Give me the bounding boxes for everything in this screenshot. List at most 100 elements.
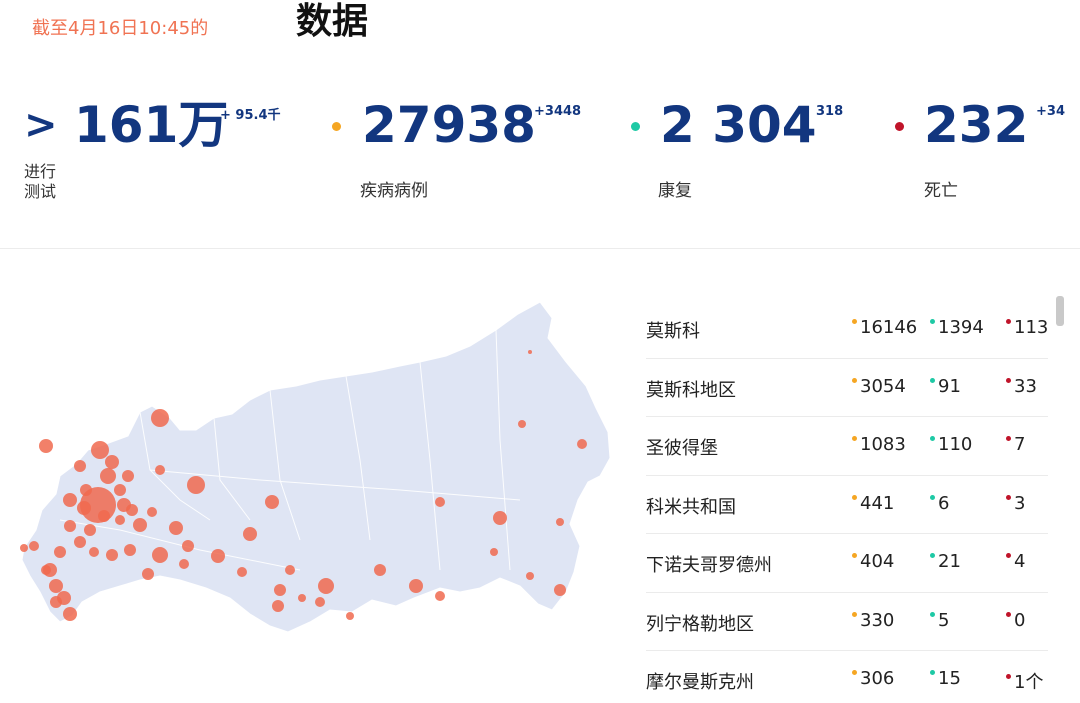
case-bubble[interactable]: [77, 501, 91, 515]
case-bubble[interactable]: [54, 546, 66, 558]
scrollbar[interactable]: [1056, 296, 1064, 326]
case-bubble[interactable]: [63, 607, 77, 621]
case-bubble[interactable]: [106, 549, 118, 561]
case-bubble[interactable]: [89, 547, 99, 557]
case-bubble[interactable]: [74, 460, 86, 472]
case-bubble[interactable]: [117, 498, 131, 512]
region-list[interactable]: 莫斯科 16146 1394 113 莫斯科地区 3054 91 33 圣彼得堡 1083 110 7…: [646, 300, 1048, 703]
case-bubble[interactable]: [237, 567, 247, 577]
case-bubble[interactable]: [274, 584, 286, 596]
case-bubble[interactable]: [169, 521, 183, 535]
case-bubble[interactable]: [41, 565, 51, 575]
region-recovered-dot-icon: [930, 319, 935, 324]
region-deaths-dot-icon: [1006, 553, 1011, 558]
case-bubble[interactable]: [315, 597, 325, 607]
case-bubble[interactable]: [155, 465, 165, 475]
case-bubble[interactable]: [105, 455, 119, 469]
case-bubble[interactable]: [528, 350, 532, 354]
case-bubble[interactable]: [298, 594, 306, 602]
case-bubble[interactable]: [114, 484, 126, 496]
region-recovered-dot-icon: [930, 436, 935, 441]
case-bubble[interactable]: [187, 476, 205, 494]
region-cases-text: 1083: [860, 434, 906, 455]
deaths-delta: +34: [1036, 104, 1065, 119]
case-bubble[interactable]: [142, 568, 154, 580]
region-cases-text: 16146: [860, 317, 918, 338]
cases-dot-icon: [332, 122, 341, 131]
case-bubble[interactable]: [64, 520, 76, 532]
case-bubble[interactable]: [577, 439, 587, 449]
region-cases-dot-icon: [852, 553, 857, 558]
case-bubble[interactable]: [133, 518, 147, 532]
case-bubble[interactable]: [49, 579, 63, 593]
case-bubble[interactable]: [115, 515, 125, 525]
recovered-delta: 318: [816, 104, 844, 119]
table-row[interactable]: 莫斯科 16146 1394 113: [646, 300, 1048, 359]
table-row[interactable]: 下诺夫哥罗德州 404 21 4: [646, 534, 1048, 593]
region-deaths: 3: [1006, 493, 1025, 514]
case-bubble[interactable]: [84, 524, 96, 536]
case-bubble[interactable]: [435, 497, 445, 507]
case-bubble[interactable]: [80, 484, 92, 496]
tests-value: 161万: [74, 96, 229, 154]
case-bubble[interactable]: [179, 559, 189, 569]
case-bubble[interactable]: [435, 591, 445, 601]
case-bubble[interactable]: [152, 547, 168, 563]
case-bubble[interactable]: [100, 468, 116, 484]
case-bubble[interactable]: [285, 565, 295, 575]
region-name: 科米共和国: [646, 496, 736, 518]
russia-map[interactable]: [0, 280, 620, 660]
table-row[interactable]: 莫斯科地区 3054 91 33: [646, 359, 1048, 417]
case-bubble[interactable]: [490, 548, 498, 556]
header-date: 截至4月16日10:45的: [32, 18, 209, 39]
region-name: 莫斯科地区: [646, 379, 736, 401]
case-bubble[interactable]: [554, 584, 566, 596]
region-cases: 330: [852, 610, 894, 631]
case-bubble[interactable]: [243, 527, 257, 541]
table-row[interactable]: 圣彼得堡 1083 110 7: [646, 417, 1048, 476]
case-bubble[interactable]: [63, 493, 77, 507]
case-bubble[interactable]: [182, 540, 194, 552]
region-recovered: 15: [930, 668, 961, 689]
region-name: 莫斯科: [646, 321, 700, 342]
case-bubble[interactable]: [124, 544, 136, 556]
tests-delta: + 95.4千: [220, 108, 281, 123]
case-bubble[interactable]: [91, 441, 109, 459]
region-deaths-text: 113: [1014, 317, 1048, 338]
region-deaths-dot-icon: [1006, 319, 1011, 324]
case-bubble[interactable]: [493, 511, 507, 525]
case-bubble[interactable]: [39, 439, 53, 453]
case-bubble[interactable]: [211, 549, 225, 563]
case-bubble[interactable]: [409, 579, 423, 593]
case-bubble[interactable]: [272, 600, 284, 612]
region-recovered-dot-icon: [930, 611, 935, 617]
case-bubble[interactable]: [518, 420, 526, 428]
case-bubble[interactable]: [374, 564, 386, 576]
region-recovered: 110: [930, 434, 972, 455]
region-deaths: 4: [1006, 551, 1025, 572]
region-deaths: 1个: [1006, 668, 1043, 694]
case-bubble[interactable]: [29, 541, 39, 551]
case-bubble[interactable]: [20, 544, 28, 552]
case-bubble[interactable]: [318, 578, 334, 594]
table-row[interactable]: 列宁格勒地区 330 5 0: [646, 593, 1048, 651]
case-bubble[interactable]: [147, 507, 157, 517]
case-bubble[interactable]: [151, 409, 169, 427]
case-bubble[interactable]: [346, 612, 354, 620]
deaths-dot-icon: [895, 122, 904, 131]
region-deaths-dot-icon: [1006, 377, 1011, 383]
case-bubble[interactable]: [50, 596, 62, 608]
table-row[interactable]: 科米共和国 441 6 3: [646, 476, 1048, 534]
region-cases-text: 3054: [860, 375, 906, 397]
case-bubble[interactable]: [265, 495, 279, 509]
case-bubble[interactable]: [122, 470, 134, 482]
case-bubble[interactable]: [556, 518, 564, 526]
case-bubble[interactable]: [74, 536, 86, 548]
case-bubble[interactable]: [98, 510, 110, 522]
case-bubble[interactable]: [526, 572, 534, 580]
table-row[interactable]: 摩尔曼斯克州 306 15 1个: [646, 651, 1048, 703]
page-title: 数据: [296, 1, 369, 42]
region-deaths-text: 3: [1014, 492, 1026, 514]
region-deaths: 0: [1006, 610, 1025, 631]
region-name: 列宁格勒地区: [646, 613, 754, 635]
